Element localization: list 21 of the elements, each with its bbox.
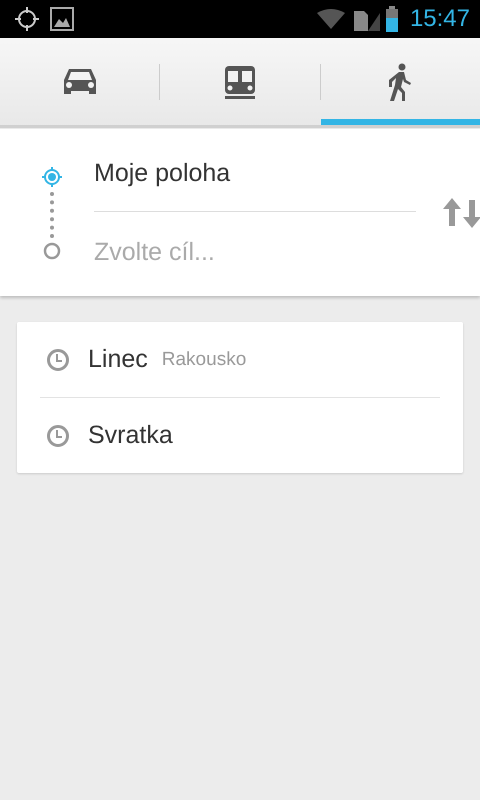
destination-marker-icon [42,240,62,260]
place-name: Linec [88,345,148,374]
destination-field[interactable]: Zvolte cíl... [94,232,416,272]
recent-item[interactable]: Linec Rakousko [40,322,440,397]
wifi-icon [316,8,346,30]
recent-item[interactable]: Svratka [40,398,440,473]
train-icon [224,64,256,98]
walking-person-icon [387,62,414,100]
clock-icon [46,424,70,448]
place-name: Svratka [88,421,173,450]
clock: 15:47 [410,5,470,33]
place-region: Rakousko [162,348,246,370]
location-marker-icon [40,164,64,188]
image-icon [50,7,74,31]
dotted-line [49,190,55,238]
origin-field[interactable]: Moje poloha [94,153,416,193]
swap-button[interactable] [442,198,480,228]
clock-icon [46,348,70,372]
gps-icon [14,6,40,32]
battery-icon [386,6,398,32]
swap-icon [442,198,480,228]
